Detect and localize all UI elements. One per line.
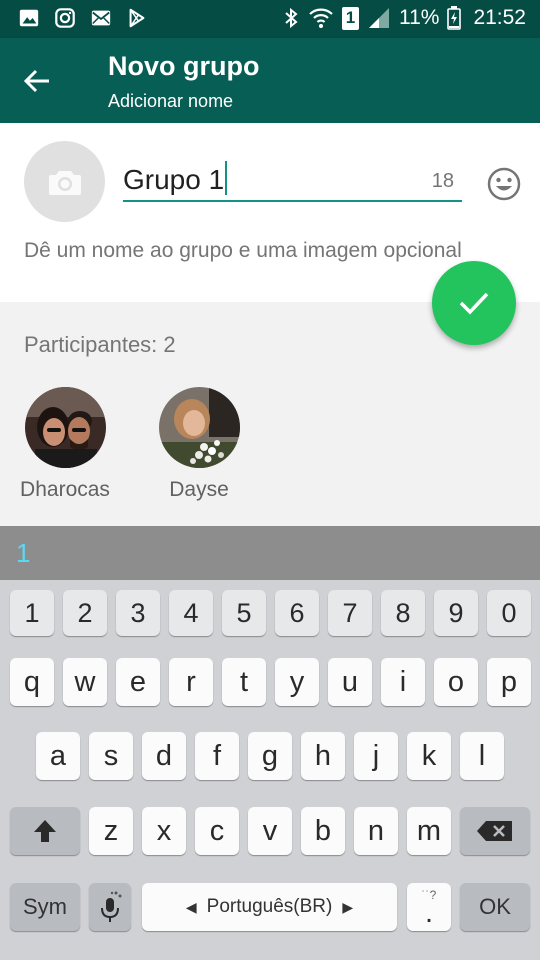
keyboard-suggestion-bar: 1 bbox=[0, 526, 540, 580]
avatar bbox=[158, 387, 240, 468]
signal-icon bbox=[368, 8, 389, 28]
key[interactable]: 9 bbox=[434, 590, 478, 636]
group-name-value: Grupo 1 bbox=[123, 164, 225, 195]
sym-key[interactable]: Sym bbox=[10, 883, 80, 931]
key[interactable]: x bbox=[142, 807, 186, 855]
ok-key[interactable]: OK bbox=[460, 883, 530, 931]
backspace-key[interactable] bbox=[460, 807, 530, 855]
battery-icon bbox=[447, 6, 462, 30]
participants-count: Participantes: 2 bbox=[24, 332, 176, 357]
check-icon bbox=[459, 292, 489, 315]
microphone-icon bbox=[101, 891, 122, 922]
space-bar[interactable]: ◀ Português(BR) ▶ bbox=[142, 883, 397, 931]
clock: 21:52 bbox=[473, 6, 526, 29]
page-title: Novo grupo bbox=[108, 51, 260, 81]
group-name-field[interactable]: Grupo 1 18 bbox=[123, 155, 462, 202]
key[interactable]: 4 bbox=[169, 590, 213, 636]
key[interactable]: 8 bbox=[381, 590, 425, 636]
shift-icon bbox=[34, 820, 56, 842]
key[interactable]: 2 bbox=[63, 590, 107, 636]
back-button[interactable] bbox=[14, 58, 60, 104]
group-photo-button[interactable] bbox=[24, 141, 105, 222]
text-cursor bbox=[225, 161, 228, 195]
chevron-right-icon: ▶ bbox=[342, 898, 354, 915]
key[interactable]: a bbox=[36, 732, 80, 780]
key[interactable]: b bbox=[301, 807, 345, 855]
key[interactable]: w bbox=[63, 658, 107, 706]
confirm-button[interactable] bbox=[432, 261, 516, 345]
app-bar: Novo grupo Adicionar nome bbox=[0, 38, 540, 123]
page-subtitle: Adicionar nome bbox=[108, 91, 234, 111]
keyboard: 1234567890 qwertyuiop asdfghjkl zxcvbnm … bbox=[0, 580, 540, 960]
key[interactable]: 5 bbox=[222, 590, 266, 636]
key[interactable]: g bbox=[248, 732, 292, 780]
group-name-input[interactable]: Grupo 1 bbox=[123, 161, 228, 196]
key[interactable]: i bbox=[381, 658, 425, 706]
key[interactable]: v bbox=[248, 807, 292, 855]
participant-name: Dayse bbox=[169, 478, 229, 501]
arrow-back-icon bbox=[23, 69, 49, 93]
participant-item[interactable]: Dayse bbox=[139, 387, 259, 502]
key[interactable]: j bbox=[354, 732, 398, 780]
key[interactable]: k bbox=[407, 732, 451, 780]
key[interactable]: q bbox=[10, 658, 54, 706]
key[interactable]: s bbox=[89, 732, 133, 780]
key[interactable]: 0 bbox=[487, 590, 531, 636]
key[interactable]: z bbox=[89, 807, 133, 855]
key[interactable]: 3 bbox=[116, 590, 160, 636]
camera-icon bbox=[48, 170, 81, 195]
key[interactable]: r bbox=[169, 658, 213, 706]
keyboard-language: Português(BR) bbox=[206, 896, 333, 917]
key[interactable]: e bbox=[116, 658, 160, 706]
key[interactable]: d bbox=[142, 732, 186, 780]
key[interactable]: n bbox=[354, 807, 398, 855]
gallery-icon bbox=[19, 9, 39, 27]
participant-name: Dharocas bbox=[20, 478, 110, 501]
status-bar: 1 11% 21:52 bbox=[0, 0, 540, 38]
key[interactable]: m bbox=[407, 807, 451, 855]
mail-icon bbox=[91, 10, 111, 26]
battery-text: 11% bbox=[398, 6, 440, 29]
char-counter: 18 bbox=[431, 170, 454, 192]
key[interactable]: c bbox=[195, 807, 239, 855]
key[interactable]: p bbox=[487, 658, 531, 706]
avatar bbox=[24, 387, 106, 468]
voice-input-key[interactable] bbox=[89, 883, 131, 931]
period-label: . bbox=[424, 897, 434, 929]
key[interactable]: 7 bbox=[328, 590, 372, 636]
emoji-icon[interactable] bbox=[486, 166, 522, 202]
period-key[interactable]: ˙˙? . bbox=[407, 883, 451, 931]
chevron-left-icon: ◀ bbox=[185, 898, 197, 915]
play-store-icon bbox=[129, 8, 145, 28]
key[interactable]: f bbox=[195, 732, 239, 780]
shift-key[interactable] bbox=[10, 807, 80, 855]
group-name-hint: Dê um nome ao grupo e uma imagem opciona… bbox=[24, 239, 462, 262]
key[interactable]: t bbox=[222, 658, 266, 706]
instagram-icon bbox=[55, 8, 75, 28]
backspace-icon bbox=[477, 821, 512, 841]
suggestion-word[interactable]: 1 bbox=[16, 538, 30, 569]
key[interactable]: 1 bbox=[10, 590, 54, 636]
bluetooth-icon bbox=[285, 7, 298, 29]
key[interactable]: o bbox=[434, 658, 478, 706]
key[interactable]: 6 bbox=[275, 590, 319, 636]
wifi-icon bbox=[309, 8, 333, 28]
participant-item[interactable]: Dharocas bbox=[5, 387, 125, 502]
key[interactable]: h bbox=[301, 732, 345, 780]
key[interactable]: u bbox=[328, 658, 372, 706]
sim-icon: 1 bbox=[341, 6, 359, 30]
key[interactable]: y bbox=[275, 658, 319, 706]
key[interactable]: l bbox=[460, 732, 504, 780]
